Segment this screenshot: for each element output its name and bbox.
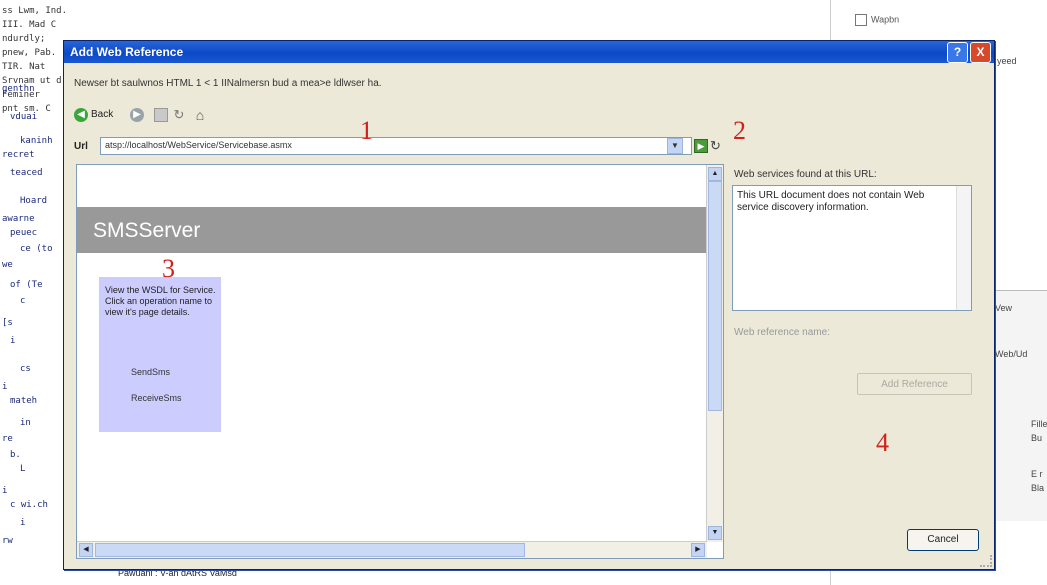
- add-web-reference-dialog: Add Web Reference ? X Newser bt saulwnos…: [63, 40, 995, 570]
- code-line: ss Lwm, Ind. III. Mad C ndurdly;: [2, 6, 68, 44]
- refresh-icon[interactable]: ↻: [172, 108, 186, 122]
- panel-text: Bla: [1031, 483, 1045, 493]
- go-arrow-icon[interactable]: ▶: [694, 139, 708, 153]
- annotation-number: 4: [876, 428, 889, 457]
- service-banner: SMSServer: [77, 207, 707, 253]
- solution-tree: Wapbn: [855, 14, 899, 26]
- horizontal-scrollbar[interactable]: ◀ ▶: [77, 541, 707, 558]
- code-line: peuec: [10, 228, 38, 238]
- scroll-up-icon[interactable]: ▲: [708, 167, 722, 181]
- code-line: we: [2, 260, 13, 270]
- code-line: mateh: [10, 396, 38, 406]
- code-line: b.: [10, 450, 21, 460]
- stop-icon[interactable]: [154, 108, 168, 122]
- back-button[interactable]: ◀ Back: [74, 107, 124, 125]
- vertical-scroll-thumb[interactable]: [708, 181, 722, 411]
- instructions-text: Newser bt saulwnos HTML 1 < 1 IINalmersn…: [74, 78, 382, 89]
- code-line: vduai: [10, 112, 38, 122]
- code-line: re: [2, 434, 13, 444]
- dialog-titlebar[interactable]: Add Web Reference ? X: [64, 41, 994, 63]
- code-line: teaced: [10, 168, 43, 178]
- code-line: c: [20, 296, 26, 306]
- code-line: i: [20, 518, 26, 528]
- tree-item: Wapbn: [871, 14, 900, 25]
- close-button[interactable]: X: [970, 42, 991, 63]
- home-icon[interactable]: ⌂: [192, 107, 208, 123]
- services-found-label: Web services found at this URL:: [734, 169, 877, 180]
- code-line: i: [2, 382, 8, 392]
- cancel-button[interactable]: Cancel: [907, 529, 979, 551]
- vertical-scrollbar[interactable]: ▲ ▼: [706, 165, 723, 542]
- annotation-number: 1: [360, 116, 373, 145]
- url-input[interactable]: atsp://localhost/WebService/Servicebase.…: [100, 137, 692, 155]
- browser-pane: SMSServer View the WSDL for Service. Cli…: [76, 164, 724, 559]
- operations-description: View the WSDL for Service. Click an oper…: [105, 285, 216, 317]
- forward-arrow-icon[interactable]: ▶: [130, 108, 144, 122]
- services-info-box: This URL document does not contain Web s…: [732, 185, 972, 311]
- help-button[interactable]: ?: [947, 42, 968, 63]
- add-reference-button[interactable]: Add Reference: [857, 373, 972, 395]
- horizontal-scroll-thumb[interactable]: [95, 543, 525, 557]
- code-line: i: [10, 336, 16, 346]
- web-reference-name-label: Web reference name:: [734, 327, 830, 338]
- resize-grip-icon[interactable]: [980, 555, 992, 567]
- info-scrollbar[interactable]: [956, 186, 971, 310]
- code-line: of (Te: [10, 280, 43, 290]
- code-line: L: [20, 464, 26, 474]
- code-line: [s: [2, 318, 13, 328]
- code-line: kaninh: [20, 136, 53, 146]
- code-line: ce (to: [20, 244, 53, 254]
- panel-text: Vew: [995, 303, 1013, 313]
- annotation-number: 2: [733, 116, 746, 145]
- back-arrow-icon: ◀: [74, 108, 88, 122]
- properties-panel-background: Vew Web/Ud Fille Bu E r Bla: [991, 290, 1047, 521]
- panel-text: Web/Ud: [995, 349, 1028, 359]
- operation-link[interactable]: SendSms: [131, 367, 170, 377]
- panel-text: Bu: [1031, 433, 1043, 443]
- web-reference-name-field[interactable]: [732, 341, 972, 361]
- code-line: c wi.ch: [10, 500, 48, 510]
- code-line: recret: [2, 150, 35, 160]
- operation-link[interactable]: ReceiveSms: [131, 393, 182, 403]
- file-icon: [855, 14, 867, 26]
- scroll-down-icon[interactable]: ▼: [708, 526, 722, 540]
- annotation-number: 3: [162, 254, 175, 283]
- code-header: ss Lwm, Ind. III. Mad C ndurdly; pnew, P…: [2, 4, 70, 116]
- operations-box: View the WSDL for Service. Click an oper…: [99, 277, 221, 432]
- dialog-title: Add Web Reference: [70, 45, 184, 59]
- code-line: cs: [20, 364, 31, 374]
- code-line: in: [20, 418, 31, 428]
- url-label: Url: [74, 141, 88, 152]
- tree-item-label: yeed: [997, 56, 1017, 66]
- refresh-url-icon[interactable]: ↻: [710, 138, 721, 154]
- scroll-left-icon[interactable]: ◀: [79, 543, 93, 557]
- back-label: Back: [91, 109, 114, 120]
- url-dropdown-chevron-icon[interactable]: ▼: [667, 138, 683, 154]
- panel-text: E r: [1031, 469, 1043, 479]
- panel-text: Fille: [1031, 419, 1047, 429]
- code-line: rw: [2, 536, 13, 546]
- code-line: awarne: [2, 214, 35, 224]
- code-line: Hoard: [20, 196, 48, 206]
- scroll-right-icon[interactable]: ▶: [691, 543, 705, 557]
- code-line: i: [2, 486, 8, 496]
- service-title: SMSServer: [93, 219, 201, 242]
- services-info-text: This URL document does not contain Web s…: [737, 190, 925, 213]
- code-line: genthn: [2, 84, 35, 94]
